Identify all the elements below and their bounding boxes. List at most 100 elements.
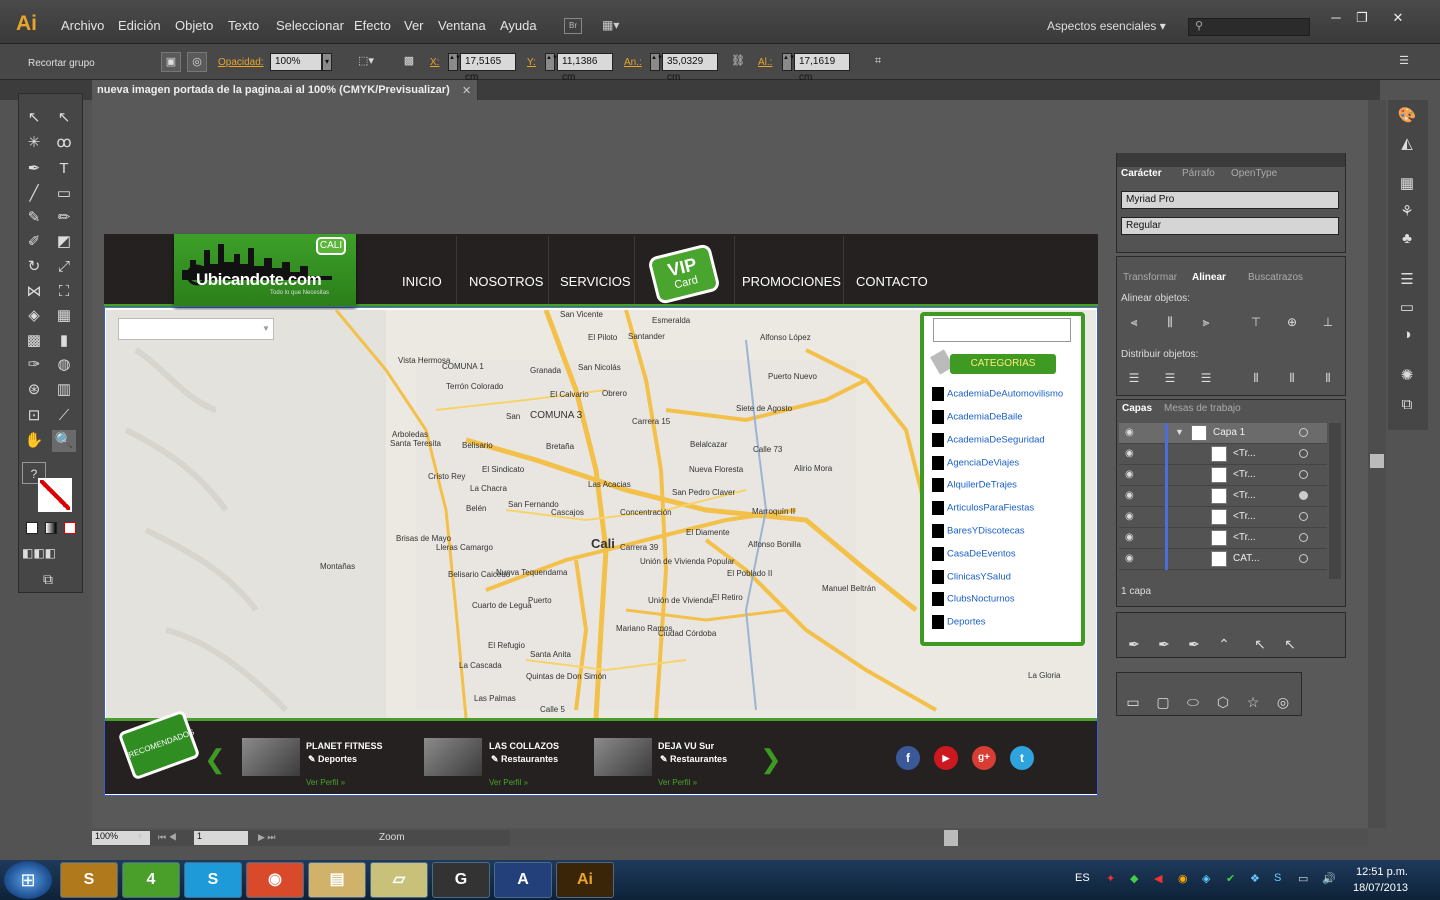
eye-icon[interactable]: ◉: [1125, 511, 1134, 522]
taskbar-app-files[interactable]: ▱: [370, 862, 428, 898]
layer-row[interactable]: ◉ <Tr...: [1119, 486, 1327, 507]
eyedropper-tool-icon[interactable]: ✑: [22, 354, 46, 376]
tab-align[interactable]: Alinear: [1192, 272, 1226, 283]
clock-date[interactable]: 18/07/2013: [1353, 882, 1408, 894]
clock-time[interactable]: 12:51 p.m.: [1356, 866, 1408, 878]
gradient-icon[interactable]: ▭: [1396, 298, 1418, 320]
last-page-icon[interactable]: ▶ ⏭: [258, 832, 276, 843]
distribute-left-icon[interactable]: ⦀: [1248, 371, 1264, 387]
color-mode-icon[interactable]: [26, 522, 38, 534]
perspective-grid-tool-icon[interactable]: ▦: [52, 305, 76, 327]
layer-row[interactable]: ◉ ▼ Capa 1: [1119, 423, 1327, 444]
taskbar-app-sketch[interactable]: S: [60, 862, 118, 898]
group-select-icon[interactable]: ↖: [1282, 636, 1298, 652]
menu-ayuda[interactable]: Ayuda: [500, 18, 537, 33]
pen-tool-icon[interactable]: ✒: [1126, 636, 1142, 652]
selection-bounding-box[interactable]: [104, 306, 1098, 796]
nav-servicios[interactable]: SERVICIOS: [560, 274, 631, 289]
eye-icon[interactable]: ◉: [1125, 553, 1134, 564]
tray-avast-icon[interactable]: ◉: [1178, 872, 1192, 886]
width-field[interactable]: 35,0329 cm: [662, 53, 718, 83]
transform-each-icon[interactable]: ⬚▾: [356, 52, 376, 72]
menu-archivo[interactable]: Archivo: [61, 18, 104, 33]
symbol-sprayer-tool-icon[interactable]: ⊛: [22, 379, 46, 401]
distribute-right-icon[interactable]: ⦀: [1320, 371, 1336, 387]
draw-mode-icon[interactable]: ◧◧◧: [22, 542, 56, 564]
width-tool-icon[interactable]: ⋈: [22, 281, 46, 303]
gradient-mode-icon[interactable]: [45, 522, 57, 534]
layer-row[interactable]: ◉ <Tr...: [1119, 444, 1327, 465]
align-top-icon[interactable]: ⊤: [1248, 315, 1264, 331]
lasso-tool-icon[interactable]: ꝏ: [52, 132, 76, 154]
taskbar-app-a[interactable]: A: [494, 862, 552, 898]
screen-mode-icon[interactable]: ⧉: [36, 568, 60, 590]
layer-row[interactable]: ◉ <Tr...: [1119, 507, 1327, 528]
close-tab-icon[interactable]: ✕: [462, 84, 471, 97]
distribute-bottom-icon[interactable]: ☰: [1198, 371, 1214, 387]
tab-layers[interactable]: Capas: [1122, 403, 1152, 414]
eye-icon[interactable]: ◉: [1125, 490, 1134, 501]
reference-point-icon[interactable]: ▩: [399, 52, 419, 72]
nav-promociones[interactable]: PROMOCIONES: [742, 274, 841, 289]
align-bottom-icon[interactable]: ⊥: [1320, 315, 1336, 331]
nav-contacto[interactable]: CONTACTO: [856, 274, 928, 289]
taskbar-app-chrome[interactable]: ◉: [246, 862, 304, 898]
workspace-switcher[interactable]: Aspectos esenciales ▾: [1047, 19, 1166, 33]
line-tool-icon[interactable]: ╱: [22, 183, 46, 205]
distribute-top-icon[interactable]: ☰: [1126, 371, 1142, 387]
opacity-field[interactable]: 100%: [270, 53, 322, 71]
shape-builder-tool-icon[interactable]: ◈: [22, 305, 46, 327]
free-transform-tool-icon[interactable]: ⛶: [52, 281, 76, 303]
isolate-group-icon[interactable]: ▣: [161, 52, 181, 72]
horizontal-scroll-thumb[interactable]: [944, 830, 958, 846]
flare-icon[interactable]: ◎: [1275, 694, 1291, 710]
taskbar-app-skype[interactable]: S: [184, 862, 242, 898]
polygon-icon[interactable]: ⬡: [1215, 694, 1231, 710]
rectangle-icon[interactable]: ▭: [1125, 694, 1141, 710]
align-center-icon[interactable]: ⫼: [1162, 315, 1178, 331]
menu-objeto[interactable]: Objeto: [175, 18, 213, 33]
target-icon[interactable]: [1299, 449, 1308, 458]
width-spinner-icon[interactable]: ▲▼: [650, 53, 663, 71]
chevron-down-icon[interactable]: ▼: [136, 832, 144, 841]
tab-opentype[interactable]: OpenType: [1231, 168, 1277, 179]
minimize-button[interactable]: ─: [1326, 10, 1346, 26]
bridge-button[interactable]: Br: [564, 18, 582, 34]
tray-skype-icon[interactable]: S: [1274, 872, 1288, 886]
layer-row[interactable]: ◉ <Tr...: [1119, 465, 1327, 486]
opacity-label[interactable]: Opacidad:: [218, 57, 264, 68]
symbols-icon[interactable]: ♣: [1396, 230, 1418, 252]
y-spinner-icon[interactable]: ▲▼: [545, 53, 558, 71]
tab-paragraph[interactable]: Párrafo: [1182, 168, 1215, 179]
eraser-tool-icon[interactable]: ◩: [52, 231, 76, 253]
align-right-icon[interactable]: ⫸: [1198, 315, 1214, 331]
scale-tool-icon[interactable]: ⤢: [52, 256, 76, 278]
tray-flash-icon[interactable]: ✦: [1106, 872, 1120, 886]
tab-transform[interactable]: Transformar: [1123, 272, 1177, 283]
menu-ver[interactable]: Ver: [404, 18, 424, 33]
taskbar-app-expression[interactable]: 4: [122, 862, 180, 898]
target-icon[interactable]: [1299, 533, 1308, 542]
delete-anchor-icon[interactable]: ✒: [1186, 636, 1202, 652]
target-icon[interactable]: [1299, 428, 1308, 437]
rotate-tool-icon[interactable]: ↻: [22, 256, 46, 278]
stroke-icon[interactable]: ☰: [1396, 270, 1418, 292]
distribute-center-icon[interactable]: ☰: [1162, 371, 1178, 387]
direct-selection-tool-icon[interactable]: ↖: [52, 107, 76, 129]
target-icon[interactable]: ◎: [187, 52, 207, 72]
eye-icon[interactable]: ◉: [1125, 532, 1134, 543]
artboard-tool-icon[interactable]: ⊡: [22, 405, 46, 427]
paintbrush-tool-icon[interactable]: ✎: [22, 207, 46, 229]
horizontal-scrollbar[interactable]: [510, 830, 1368, 846]
height-field[interactable]: 17,1619 cm: [794, 53, 850, 83]
layer-row[interactable]: ◉ <Tr...: [1119, 528, 1327, 549]
ellipse-icon[interactable]: ⬭: [1185, 694, 1201, 710]
eye-icon[interactable]: ◉: [1125, 427, 1134, 438]
tab-character[interactable]: Carácter: [1121, 168, 1162, 179]
tray-network-icon[interactable]: ▭: [1298, 872, 1312, 886]
first-page-icon[interactable]: ⏮ ◀: [158, 832, 177, 843]
tab-pathfinder[interactable]: Buscatrazos: [1248, 272, 1303, 283]
link-icon[interactable]: ⛓: [728, 52, 748, 72]
help-search-input[interactable]: ⚲: [1188, 18, 1310, 36]
tray-volume-icon[interactable]: 🔊: [1322, 872, 1336, 886]
